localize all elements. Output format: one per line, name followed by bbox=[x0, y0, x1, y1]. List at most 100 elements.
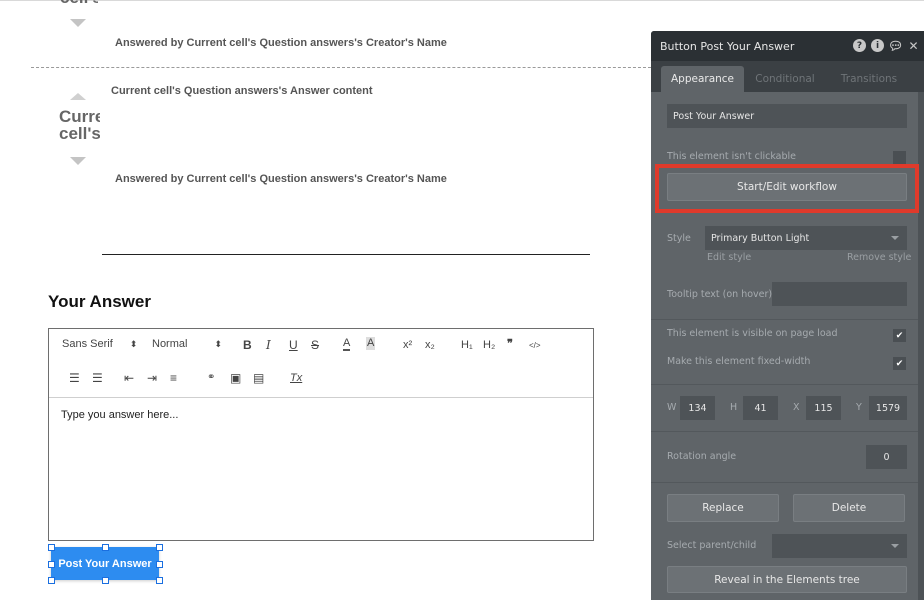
rotation-input[interactable]: 0 bbox=[866, 445, 907, 469]
property-editor-panel: Button Post Your Answer ? i 💬︎ ✕ Appeara… bbox=[651, 31, 924, 600]
link-icon[interactable]: ⚭ bbox=[207, 371, 215, 385]
panel-title: Button Post Your Answer bbox=[660, 39, 795, 53]
select-arrows-icon: ⬍ bbox=[214, 339, 223, 349]
resize-handle-s[interactable] bbox=[102, 577, 109, 584]
video-icon[interactable]: ▤ bbox=[253, 371, 264, 385]
remove-style-link[interactable]: Remove style bbox=[847, 252, 911, 263]
panel-tabs: Appearance Conditional Transitions bbox=[651, 61, 924, 92]
editor-placeholder[interactable]: Type you answer here... bbox=[61, 409, 178, 421]
panel-divider bbox=[651, 482, 918, 483]
answer-content: Current cell's Question answers's Answer… bbox=[111, 85, 373, 97]
x-input[interactable]: 115 bbox=[806, 396, 841, 420]
tooltip-input[interactable] bbox=[772, 282, 907, 306]
resize-handle-sw[interactable] bbox=[48, 577, 55, 584]
not-clickable-label: This element isn't clickable bbox=[667, 151, 796, 162]
heading1-icon[interactable]: H₁ bbox=[461, 338, 473, 352]
tab-conditional[interactable]: Conditional bbox=[747, 66, 823, 92]
panel-divider bbox=[651, 431, 918, 432]
answered-by-text: Answered by Current cell's Question answ… bbox=[115, 37, 447, 49]
style-label: Style bbox=[667, 233, 691, 244]
bold-icon[interactable]: B bbox=[243, 338, 252, 352]
clear-format-icon[interactable]: Tx bbox=[290, 371, 302, 385]
rich-text-editor[interactable]: Sans Serif ⬍ Normal ⬍ B I U S A A x² x₂ … bbox=[48, 328, 594, 541]
bullet-list-icon[interactable]: ☰ bbox=[92, 371, 103, 385]
y-label: Y bbox=[856, 402, 862, 413]
font-size-select[interactable]: Normal ⬍ bbox=[152, 338, 222, 350]
style-dropdown[interactable]: Primary Button Light bbox=[705, 226, 907, 250]
info-icon[interactable]: i bbox=[871, 39, 884, 52]
resize-handle-n[interactable] bbox=[102, 544, 109, 551]
panel-header[interactable]: Button Post Your Answer ? i 💬︎ ✕ bbox=[651, 31, 924, 61]
select-parent-child-dropdown[interactable] bbox=[772, 534, 907, 558]
tooltip-label: Tooltip text (on hover) bbox=[667, 289, 773, 300]
resize-handle-e[interactable] bbox=[156, 561, 163, 568]
width-input[interactable]: 134 bbox=[680, 396, 715, 420]
superscript-icon[interactable]: x² bbox=[403, 338, 412, 352]
resize-handle-nw[interactable] bbox=[48, 544, 55, 551]
delete-button[interactable]: Delete bbox=[793, 494, 905, 522]
select-arrows-icon: ⬍ bbox=[129, 339, 138, 349]
vote-count-cut: cell's bbox=[60, 0, 98, 3]
close-icon[interactable]: ✕ bbox=[907, 39, 920, 53]
rotation-label: Rotation angle bbox=[667, 451, 737, 462]
upvote-arrow-icon[interactable] bbox=[70, 93, 86, 100]
vote-count-line-2: cell's bbox=[59, 124, 100, 142]
outdent-icon[interactable]: ⇤ bbox=[124, 371, 134, 385]
align-icon[interactable]: ≡ bbox=[170, 371, 177, 385]
vote-count: Curre cell's bbox=[59, 108, 100, 142]
visible-on-load-checkbox[interactable]: ✔ bbox=[893, 329, 906, 342]
resize-handle-se[interactable] bbox=[156, 577, 163, 584]
style-value: Primary Button Light bbox=[711, 232, 810, 244]
fixed-width-checkbox[interactable]: ✔ bbox=[893, 357, 906, 370]
section-divider bbox=[102, 254, 590, 255]
edit-style-link[interactable]: Edit style bbox=[707, 252, 751, 263]
blockquote-icon[interactable]: ❞ bbox=[507, 337, 513, 351]
downvote-arrow-icon[interactable] bbox=[70, 157, 86, 165]
strikethrough-icon[interactable]: S bbox=[311, 338, 319, 352]
font-family-select[interactable]: Sans Serif ⬍ bbox=[62, 338, 137, 350]
post-your-answer-button[interactable]: Post Your Answer bbox=[51, 547, 159, 580]
ordered-list-icon[interactable]: ☰ bbox=[69, 371, 80, 385]
canvas-top-border bbox=[0, 0, 924, 1]
chevron-down-icon bbox=[891, 544, 899, 548]
image-icon[interactable]: ▣ bbox=[230, 371, 241, 385]
comment-icon[interactable]: 💬︎ bbox=[888, 39, 903, 53]
font-size-value: Normal bbox=[152, 338, 188, 350]
downvote-arrow-icon[interactable] bbox=[70, 19, 86, 27]
height-input[interactable]: 41 bbox=[743, 396, 778, 420]
button-text-input[interactable]: Post Your Answer bbox=[667, 104, 907, 128]
help-icon[interactable]: ? bbox=[853, 39, 866, 52]
answered-by-text: Answered by Current cell's Question answ… bbox=[115, 173, 447, 185]
vote-count-line-1: Curre bbox=[59, 108, 100, 126]
width-label: W bbox=[667, 402, 677, 413]
resize-handle-w[interactable] bbox=[48, 561, 55, 568]
fixed-width-label: Make this element fixed-width bbox=[667, 356, 811, 367]
select-parent-child-label: Select parent/child bbox=[667, 540, 757, 551]
editor-toolbar: Sans Serif ⬍ Normal ⬍ B I U S A A x² x₂ … bbox=[49, 329, 593, 398]
x-label: X bbox=[793, 402, 800, 413]
panel-divider bbox=[651, 319, 918, 320]
not-clickable-checkbox[interactable] bbox=[893, 151, 906, 164]
highlight-box bbox=[655, 164, 919, 213]
your-answer-heading: Your Answer bbox=[48, 292, 151, 311]
font-family-value: Sans Serif bbox=[62, 338, 113, 350]
heading2-icon[interactable]: H₂ bbox=[483, 338, 495, 352]
italic-icon[interactable]: I bbox=[266, 338, 271, 352]
tab-appearance[interactable]: Appearance bbox=[661, 66, 744, 92]
resize-handle-ne[interactable] bbox=[156, 544, 163, 551]
background-color-icon[interactable]: A bbox=[366, 337, 376, 350]
panel-divider bbox=[651, 384, 918, 385]
tab-transitions[interactable]: Transitions bbox=[831, 66, 907, 92]
code-icon[interactable]: </> bbox=[529, 339, 541, 353]
subscript-icon[interactable]: x₂ bbox=[425, 338, 435, 352]
indent-icon[interactable]: ⇥ bbox=[147, 371, 157, 385]
reveal-in-elements-tree-button[interactable]: Reveal in the Elements tree bbox=[667, 566, 907, 593]
y-input[interactable]: 1579 bbox=[869, 396, 907, 420]
height-label: H bbox=[730, 402, 738, 413]
underline-icon[interactable]: U bbox=[289, 338, 298, 352]
replace-button[interactable]: Replace bbox=[667, 494, 779, 522]
chevron-down-icon bbox=[891, 236, 899, 240]
visible-on-load-label: This element is visible on page load bbox=[667, 328, 838, 339]
text-color-icon[interactable]: A bbox=[343, 337, 351, 351]
answer-separator bbox=[31, 67, 651, 68]
